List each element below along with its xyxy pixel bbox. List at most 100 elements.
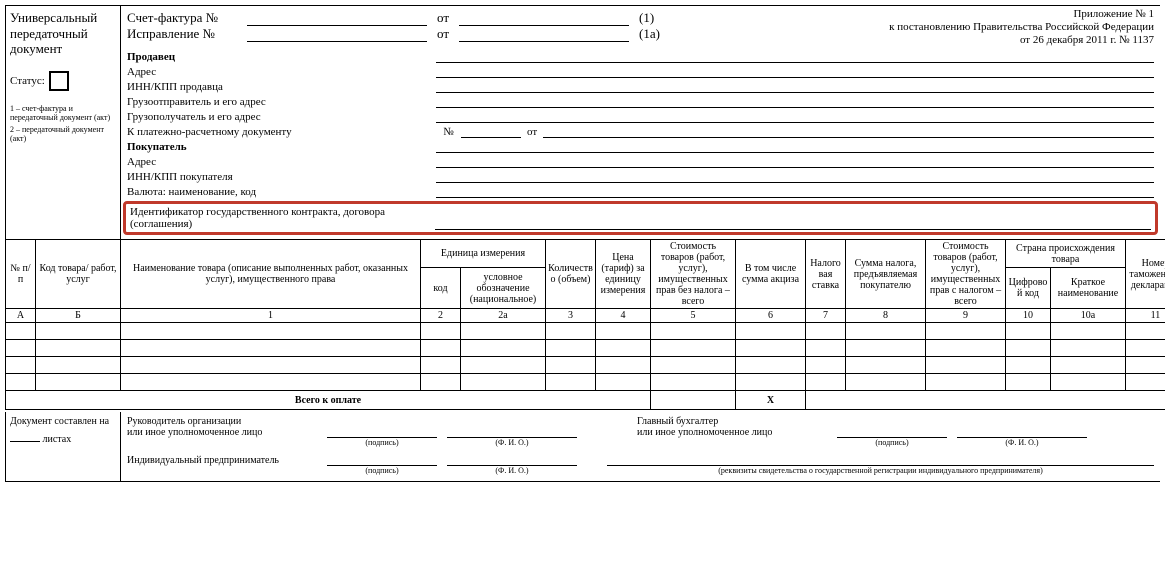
status-note-1: 1 – счет-фактура и передаточный документ…: [10, 105, 116, 123]
sheets-count-input[interactable]: [10, 427, 40, 442]
head-fio-sub: (Ф. И. О.): [447, 439, 577, 447]
entr-label: Индивидуальный предприниматель: [127, 455, 279, 466]
th-price: Цена (тариф) за единицу измерения: [596, 240, 651, 309]
correction-paren: (1а): [639, 26, 660, 42]
head-org-label: Руководитель организации: [127, 416, 241, 427]
entr-fio-input[interactable]: [447, 453, 577, 466]
shipper-label: Грузоотправитель и его адрес: [127, 96, 436, 108]
th-digit-code: Цифровой код: [1006, 268, 1051, 309]
entr-details-input[interactable]: [607, 453, 1154, 466]
th-col-a: А: [6, 309, 36, 323]
upd-title: Универсальный передаточный документ: [10, 10, 116, 57]
doc-compiled-label: Документ составлен на: [10, 416, 109, 427]
buyer-inn-label: ИНН/КПП покупателя: [127, 171, 436, 183]
appendix-line-2: к постановлению Правительства Российской…: [889, 21, 1154, 33]
th-col-10a: 10а: [1051, 309, 1126, 323]
fields-grid: Продавец Адрес ИНН/КПП продавца Грузоотп…: [127, 48, 1154, 198]
correction-ot: от: [437, 26, 449, 42]
th-unit-measure: Единица измерения: [421, 240, 546, 268]
th-col-6: 6: [736, 309, 806, 323]
right-panel: Приложение № 1 к постановлению Правитель…: [121, 6, 1160, 239]
seller-address-label: Адрес: [127, 66, 436, 78]
th-cost-no-tax: Стоимость товаров (работ, услуг), имущес…: [651, 240, 736, 309]
title-line-1: Универсальный: [10, 10, 97, 25]
totals-label: Всего к оплате: [6, 391, 651, 410]
acc-sign-input[interactable]: [837, 425, 947, 438]
th-col-9: 9: [926, 309, 1006, 323]
table-body: Всего к оплате Х: [6, 323, 1165, 410]
status-label: Статус:: [10, 75, 45, 87]
gov-contract-input[interactable]: [435, 216, 1151, 230]
th-col-10: 10: [1006, 309, 1051, 323]
sig-sub-row-2: (подпись) (Ф. И. О.) (реквизиты свидетел…: [127, 466, 1154, 475]
th-quantity: Количество (объем): [546, 240, 596, 309]
table-row: [6, 323, 1165, 340]
seller-label: Продавец: [127, 51, 436, 63]
correction-date-input[interactable]: [459, 27, 629, 42]
seller-address-input[interactable]: [436, 64, 1154, 78]
items-table: № п/п Код товара/ работ, услуг Наименова…: [5, 239, 1165, 410]
th-col-8: 8: [846, 309, 926, 323]
appendix-note: Приложение № 1 к постановлению Правитель…: [889, 8, 1154, 48]
entr-sign-input[interactable]: [327, 453, 437, 466]
gov-contract-label: Идентификатор государственного контракта…: [130, 206, 435, 230]
th-unit-symbol: условное обозначение (национальное): [461, 268, 546, 309]
status-note-2: 2 – передаточный документ (акт): [10, 126, 116, 144]
invoice-number-input[interactable]: [247, 11, 427, 26]
doc-compiled-block: Документ составлен на листах: [6, 412, 121, 482]
table-row: [6, 357, 1165, 374]
correction-label: Исправление №: [127, 26, 247, 42]
th-tax-amount: Сумма налога, предъявляемая покупателю: [846, 240, 926, 309]
buyer-inn-input[interactable]: [436, 169, 1154, 183]
acc-sign-sub: (подпись): [837, 439, 947, 447]
gov-contract-highlight: Идентификатор государственного контракта…: [123, 201, 1158, 235]
th-unit-code: код: [421, 268, 461, 309]
head-sign-input[interactable]: [327, 425, 437, 438]
chief-acc-or: или иное уполномоченное лицо: [637, 427, 772, 438]
th-col-7: 7: [806, 309, 846, 323]
title-line-2: передаточный: [10, 26, 88, 41]
table-row: [6, 374, 1165, 391]
buyer-address-label: Адрес: [127, 156, 436, 168]
correction-number-input[interactable]: [247, 27, 427, 42]
acc-fio-input[interactable]: [957, 425, 1087, 438]
title-line-3: документ: [10, 41, 62, 56]
invoice-date-input[interactable]: [459, 11, 629, 26]
table-head: № п/п Код товара/ работ, услуг Наименова…: [6, 240, 1165, 323]
consignee-input[interactable]: [436, 109, 1154, 123]
invoice-label: Счет-фактура №: [127, 10, 247, 26]
status-checkbox[interactable]: [49, 71, 69, 91]
signatures-block: Руководитель организации или иное уполно…: [121, 412, 1160, 482]
entr-details-sub: (реквизиты свидетельства о государственн…: [607, 467, 1154, 475]
sheets-label: листах: [43, 434, 72, 445]
entr-fio-sub: (Ф. И. О.): [447, 467, 577, 475]
th-product-name: Наименование товара (описание выполненны…: [121, 240, 421, 309]
shipper-input[interactable]: [436, 94, 1154, 108]
currency-input[interactable]: [436, 184, 1154, 198]
payment-no-label: №: [436, 126, 461, 138]
payment-ot-label: от: [527, 126, 537, 138]
buyer-label: Покупатель: [127, 141, 436, 153]
th-cost-with-tax: Стоимость товаров (работ, услуг), имущес…: [926, 240, 1006, 309]
totals-x: Х: [736, 391, 806, 410]
payment-no-input[interactable]: [461, 123, 521, 138]
seller-inn-input[interactable]: [436, 79, 1154, 93]
sig-sub-row-1: (подпись) (Ф. И. О.) (подпись) (Ф. И. О.…: [127, 438, 1154, 447]
head-sign-sub: (подпись): [327, 439, 437, 447]
payment-doc-label: К платежно-расчетному документу: [127, 126, 436, 138]
invoice-ot: от: [437, 10, 449, 26]
th-excise: В том числе сумма акциза: [736, 240, 806, 309]
buyer-address-input[interactable]: [436, 154, 1154, 168]
left-panel: Универсальный передаточный документ Стат…: [6, 6, 121, 239]
th-col-2a: 2а: [461, 309, 546, 323]
consignee-label: Грузополучатель и его адрес: [127, 111, 436, 123]
payment-date-input[interactable]: [543, 124, 1154, 138]
currency-label: Валюта: наименование, код: [127, 186, 436, 198]
buyer-input[interactable]: [436, 139, 1154, 153]
document-header-block: Универсальный передаточный документ Стат…: [5, 5, 1160, 239]
acc-fio-sub: (Ф. И. О.): [957, 439, 1087, 447]
appendix-line-1: Приложение № 1: [1073, 8, 1154, 20]
head-fio-input[interactable]: [447, 425, 577, 438]
chief-acc-label: Главный бухгалтер: [637, 416, 718, 427]
seller-input[interactable]: [436, 49, 1154, 63]
